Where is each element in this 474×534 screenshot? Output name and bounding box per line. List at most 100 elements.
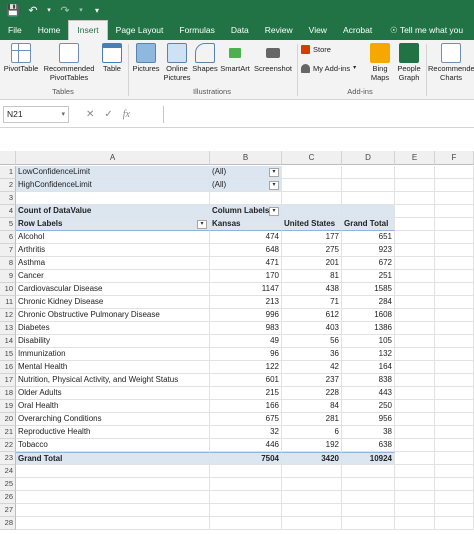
- row-header[interactable]: 25: [0, 478, 16, 491]
- pivot-value[interactable]: 237: [282, 374, 342, 387]
- row-header[interactable]: 18: [0, 387, 16, 400]
- cell[interactable]: [395, 465, 435, 478]
- tell-me-search[interactable]: ☉ Tell me what you: [390, 21, 474, 40]
- bing-maps-button[interactable]: Bing Maps: [366, 43, 394, 82]
- cell[interactable]: [395, 179, 435, 192]
- cell[interactable]: [395, 374, 435, 387]
- pivot-value[interactable]: 474: [210, 231, 282, 244]
- pivot-value[interactable]: 675: [210, 413, 282, 426]
- cell[interactable]: [395, 452, 435, 465]
- pivot-row-label[interactable]: Cancer: [16, 270, 210, 283]
- pivot-row-label[interactable]: Asthma: [16, 257, 210, 270]
- name-box-dropdown-icon[interactable]: ▾: [61, 107, 65, 122]
- pivot-row-label[interactable]: Diabetes: [16, 322, 210, 335]
- pivot-value[interactable]: 84: [282, 400, 342, 413]
- cell[interactable]: [395, 257, 435, 270]
- cell[interactable]: [342, 517, 395, 530]
- cell[interactable]: [435, 361, 474, 374]
- cell[interactable]: [395, 361, 435, 374]
- row-header[interactable]: 5: [0, 218, 16, 231]
- tab-file[interactable]: File: [0, 21, 30, 40]
- tab-review[interactable]: Review: [257, 21, 301, 40]
- pivot-value[interactable]: 838: [342, 374, 395, 387]
- cell[interactable]: [16, 491, 210, 504]
- row-header[interactable]: 22: [0, 439, 16, 452]
- cell[interactable]: [435, 504, 474, 517]
- smartart-button[interactable]: SmartArt: [219, 43, 251, 73]
- cell[interactable]: [210, 478, 282, 491]
- pivot-value[interactable]: 996: [210, 309, 282, 322]
- cell[interactable]: [16, 504, 210, 517]
- cell[interactable]: [435, 491, 474, 504]
- pivot-row-label[interactable]: Tobacco: [16, 439, 210, 452]
- pictures-button[interactable]: Pictures: [130, 43, 162, 73]
- pivot-row-label[interactable]: Older Adults: [16, 387, 210, 400]
- pivot-row-label[interactable]: Reproductive Health: [16, 426, 210, 439]
- cell[interactable]: [16, 517, 210, 530]
- pivot-value[interactable]: 1386: [342, 322, 395, 335]
- cell[interactable]: [395, 400, 435, 413]
- row-header[interactable]: 6: [0, 231, 16, 244]
- tab-insert[interactable]: Insert: [68, 20, 108, 40]
- pivot-value[interactable]: 170: [210, 270, 282, 283]
- formula-input[interactable]: [163, 106, 474, 123]
- pivot-value[interactable]: 1585: [342, 283, 395, 296]
- cell[interactable]: [16, 478, 210, 491]
- cell[interactable]: [435, 322, 474, 335]
- table-button[interactable]: Table: [99, 43, 125, 73]
- cell[interactable]: [282, 491, 342, 504]
- cell[interactable]: [435, 478, 474, 491]
- pivot-value[interactable]: 166: [210, 400, 282, 413]
- pivot-value[interactable]: 250: [342, 400, 395, 413]
- row-header[interactable]: 2: [0, 179, 16, 192]
- row-header[interactable]: 14: [0, 335, 16, 348]
- pivot-value[interactable]: 281: [282, 413, 342, 426]
- row-header[interactable]: 20: [0, 413, 16, 426]
- column-header-a[interactable]: A: [16, 151, 210, 165]
- row-header[interactable]: 15: [0, 348, 16, 361]
- cell[interactable]: [435, 348, 474, 361]
- row-labels-filter-icon[interactable]: ▾: [197, 220, 207, 229]
- cell[interactable]: [16, 465, 210, 478]
- cell[interactable]: [395, 270, 435, 283]
- pivot-row-label[interactable]: Overarching Conditions: [16, 413, 210, 426]
- pivot-value[interactable]: 56: [282, 335, 342, 348]
- row-header[interactable]: 4: [0, 205, 16, 218]
- select-all-corner[interactable]: [0, 151, 16, 165]
- pivot-value[interactable]: 6: [282, 426, 342, 439]
- cell[interactable]: [435, 413, 474, 426]
- pivot-value[interactable]: 42: [282, 361, 342, 374]
- pivot-row-label[interactable]: Alcohol: [16, 231, 210, 244]
- pivot-value[interactable]: 638: [342, 439, 395, 452]
- column-labels-filter-icon[interactable]: ▾: [269, 207, 279, 216]
- pivot-value[interactable]: 471: [210, 257, 282, 270]
- cell[interactable]: [435, 257, 474, 270]
- column-header-b[interactable]: B: [210, 151, 282, 165]
- enter-icon[interactable]: ✓: [104, 106, 112, 123]
- cell[interactable]: [435, 374, 474, 387]
- pivot-value[interactable]: 213: [210, 296, 282, 309]
- cell[interactable]: [342, 192, 395, 205]
- row-header[interactable]: 16: [0, 361, 16, 374]
- cell[interactable]: [282, 478, 342, 491]
- pivottable-button[interactable]: PivotTable: [2, 43, 40, 73]
- people-graph-button[interactable]: People Graph: [394, 43, 424, 82]
- pivot-value[interactable]: 164: [342, 361, 395, 374]
- pivot-value[interactable]: 122: [210, 361, 282, 374]
- cell[interactable]: [395, 439, 435, 452]
- row-header[interactable]: 26: [0, 491, 16, 504]
- pivot-value[interactable]: 612: [282, 309, 342, 322]
- worksheet-grid[interactable]: A B C D E F 1 2 3 4 5 6 7 8 9 10 11 12 13 14 15 16 17 18 19 20 21 2…: [0, 151, 474, 534]
- row-header[interactable]: 9: [0, 270, 16, 283]
- cell[interactable]: [435, 270, 474, 283]
- cell[interactable]: [210, 192, 282, 205]
- column-header-d[interactable]: D: [342, 151, 395, 165]
- pivot-value[interactable]: 651: [342, 231, 395, 244]
- undo-icon[interactable]: ↶: [26, 4, 40, 18]
- cell[interactable]: [435, 452, 474, 465]
- cell[interactable]: [210, 491, 282, 504]
- pivot-value[interactable]: 672: [342, 257, 395, 270]
- pivot-value[interactable]: 284: [342, 296, 395, 309]
- pivot-value[interactable]: 71: [282, 296, 342, 309]
- cell[interactable]: [435, 218, 474, 231]
